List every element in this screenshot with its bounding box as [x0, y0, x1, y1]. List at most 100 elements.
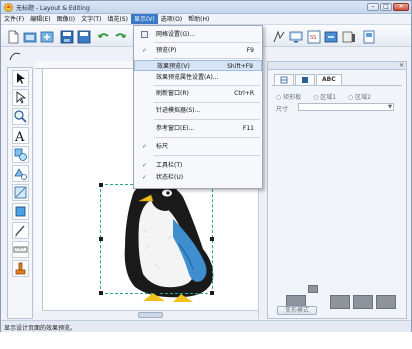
radio-area1-label: 区域1: [320, 94, 337, 101]
menu-item-stitch-simulator[interactable]: 针迹模拟器(S)...: [134, 105, 262, 116]
new-file-icon: [8, 30, 19, 44]
zoom-tool[interactable]: [12, 108, 29, 125]
tab-text[interactable]: ABC: [316, 74, 342, 85]
radio-rectangle[interactable]: ○ 矩形板: [276, 94, 306, 101]
stitch-icon: [273, 30, 285, 43]
shape-radio-group: ○ 矩形板 ○ 区域1 ○ 区域2: [276, 92, 381, 101]
save-button[interactable]: [59, 29, 74, 44]
transfer-button[interactable]: [323, 29, 338, 43]
radio-area2-label: 区域2: [355, 94, 371, 101]
tool-palette: A: [7, 67, 33, 319]
menu-image[interactable]: 图像(I): [54, 14, 78, 24]
stamp-tool[interactable]: [12, 260, 29, 277]
menu-separator: [154, 85, 260, 86]
menu-item-refresh[interactable]: 刷新窗口(R) Ctrl+R: [134, 88, 262, 99]
undo-button[interactable]: [95, 29, 109, 43]
menu-item-effect-preview-settings[interactable]: 效果预览属性设置(A)...: [134, 72, 262, 83]
swatch-3[interactable]: [376, 295, 396, 309]
transform-mode-button[interactable]: 变形模式: [277, 306, 317, 315]
menu-separator: [154, 137, 260, 138]
menu-item-reference-window[interactable]: 参考窗口(E)... F11: [134, 123, 262, 134]
shape-tool[interactable]: [12, 146, 29, 163]
horizontal-scroll-thumb[interactable]: [138, 312, 163, 318]
menu-item-grid-settings[interactable]: 网格设置(G)...: [134, 29, 262, 40]
resize-handle-tl[interactable]: [99, 183, 103, 187]
menu-view[interactable]: 显示(V): [130, 14, 158, 24]
close-button[interactable]: ✕: [393, 3, 409, 11]
line-tool[interactable]: [12, 222, 29, 239]
size-select[interactable]: ▼: [298, 103, 394, 111]
menu-help[interactable]: 帮助(H): [185, 14, 212, 24]
menu-bar: 文件(F) 编辑(E) 图像(I) 文字(T) 填花(S) 显示(V) 选项(O…: [1, 14, 411, 25]
resize-handle-bl[interactable]: [99, 291, 103, 295]
radio-area1[interactable]: ○ 区域1: [313, 94, 341, 101]
manual-punch-tool[interactable]: [12, 203, 29, 220]
app-icon: [4, 3, 13, 12]
tab-layout[interactable]: [274, 74, 294, 85]
import-button[interactable]: [39, 29, 54, 43]
text-a-icon: A: [14, 130, 25, 143]
transfer-icon: [324, 31, 338, 43]
resize-handle-mr[interactable]: [210, 237, 214, 241]
status-text: 显示设计页面的效果预览。: [4, 325, 77, 332]
card-icon: [363, 30, 375, 44]
small-swatch[interactable]: [308, 285, 318, 293]
title-bar[interactable]: 无标题 - Layout & Editing – □ ✕: [1, 1, 411, 14]
outline-tool[interactable]: [12, 165, 29, 182]
measure-tool[interactable]: [12, 241, 29, 258]
menu-item-label: 标尺: [156, 143, 169, 150]
menu-item-label: 工具栏(T): [156, 162, 183, 169]
tab-fill[interactable]: [295, 74, 315, 85]
curve-tool-button[interactable]: [7, 48, 21, 62]
stitch-button[interactable]: [271, 29, 285, 43]
panel-close-icon[interactable]: ×: [399, 62, 404, 70]
save-as-icon: [77, 30, 91, 44]
redo-button[interactable]: [113, 29, 127, 43]
menu-text[interactable]: 文字(T): [78, 14, 104, 24]
swatch-1[interactable]: [330, 295, 350, 309]
design-center-button[interactable]: SS: [306, 29, 321, 44]
open-folder-icon: [23, 32, 37, 43]
menu-item-label: 效果预览属性设置(A)...: [156, 74, 219, 81]
minimize-button[interactable]: –: [367, 3, 379, 11]
menu-file[interactable]: 文件(F): [1, 14, 27, 24]
status-bar: 显示设计页面的效果预览。: [1, 320, 411, 332]
menu-fill[interactable]: 填花(S): [104, 14, 131, 24]
pencil-line-icon: [15, 225, 25, 237]
open-file-button[interactable]: [22, 29, 37, 43]
stitch-tool[interactable]: [12, 184, 29, 201]
resize-handle-br[interactable]: [210, 291, 214, 295]
menu-item-preview[interactable]: ✓ 预览(P) F9: [134, 45, 262, 56]
fill-icon: [302, 76, 308, 83]
point-edit-tool[interactable]: [12, 89, 29, 106]
card-write-button[interactable]: [361, 29, 375, 44]
menu-edit[interactable]: 编辑(E): [27, 14, 53, 24]
menu-item-toolbar[interactable]: ✓ 工具栏(T): [134, 160, 262, 171]
menu-options[interactable]: 选项(O): [158, 14, 185, 24]
stitch-pattern-icon: [14, 186, 27, 199]
manual-punch-icon: [15, 206, 26, 217]
select-tool[interactable]: [12, 70, 29, 87]
menu-item-shortcut: F11: [242, 125, 254, 132]
menu-item-shortcut: Ctrl+R: [234, 90, 254, 97]
menu-item-statusbar[interactable]: ✓ 状态栏(U): [134, 172, 262, 183]
maximize-button[interactable]: □: [380, 3, 392, 11]
menu-separator: [154, 119, 260, 120]
selection-box[interactable]: [99, 183, 214, 295]
menu-item-label: 刷新窗口(R): [156, 90, 189, 97]
machine-button[interactable]: [341, 29, 355, 43]
menu-item-effect-preview[interactable]: 效果预览(V) Shift+F9: [134, 60, 262, 71]
check-icon: ✓: [142, 162, 148, 169]
panel-header[interactable]: ×: [268, 62, 406, 70]
save-as-button[interactable]: [76, 29, 91, 44]
resize-handle-bm[interactable]: [155, 291, 159, 295]
horizontal-scrollbar[interactable]: [43, 310, 258, 319]
outline-shapes-icon: [14, 168, 27, 180]
new-file-button[interactable]: [5, 29, 19, 44]
text-tool[interactable]: A: [12, 127, 29, 144]
resize-handle-ml[interactable]: [99, 237, 103, 241]
radio-area2[interactable]: ○ 区域2: [348, 94, 376, 101]
menu-item-ruler[interactable]: ✓ 标尺: [134, 141, 262, 152]
display-button[interactable]: [288, 29, 303, 43]
swatch-2[interactable]: [353, 295, 373, 309]
